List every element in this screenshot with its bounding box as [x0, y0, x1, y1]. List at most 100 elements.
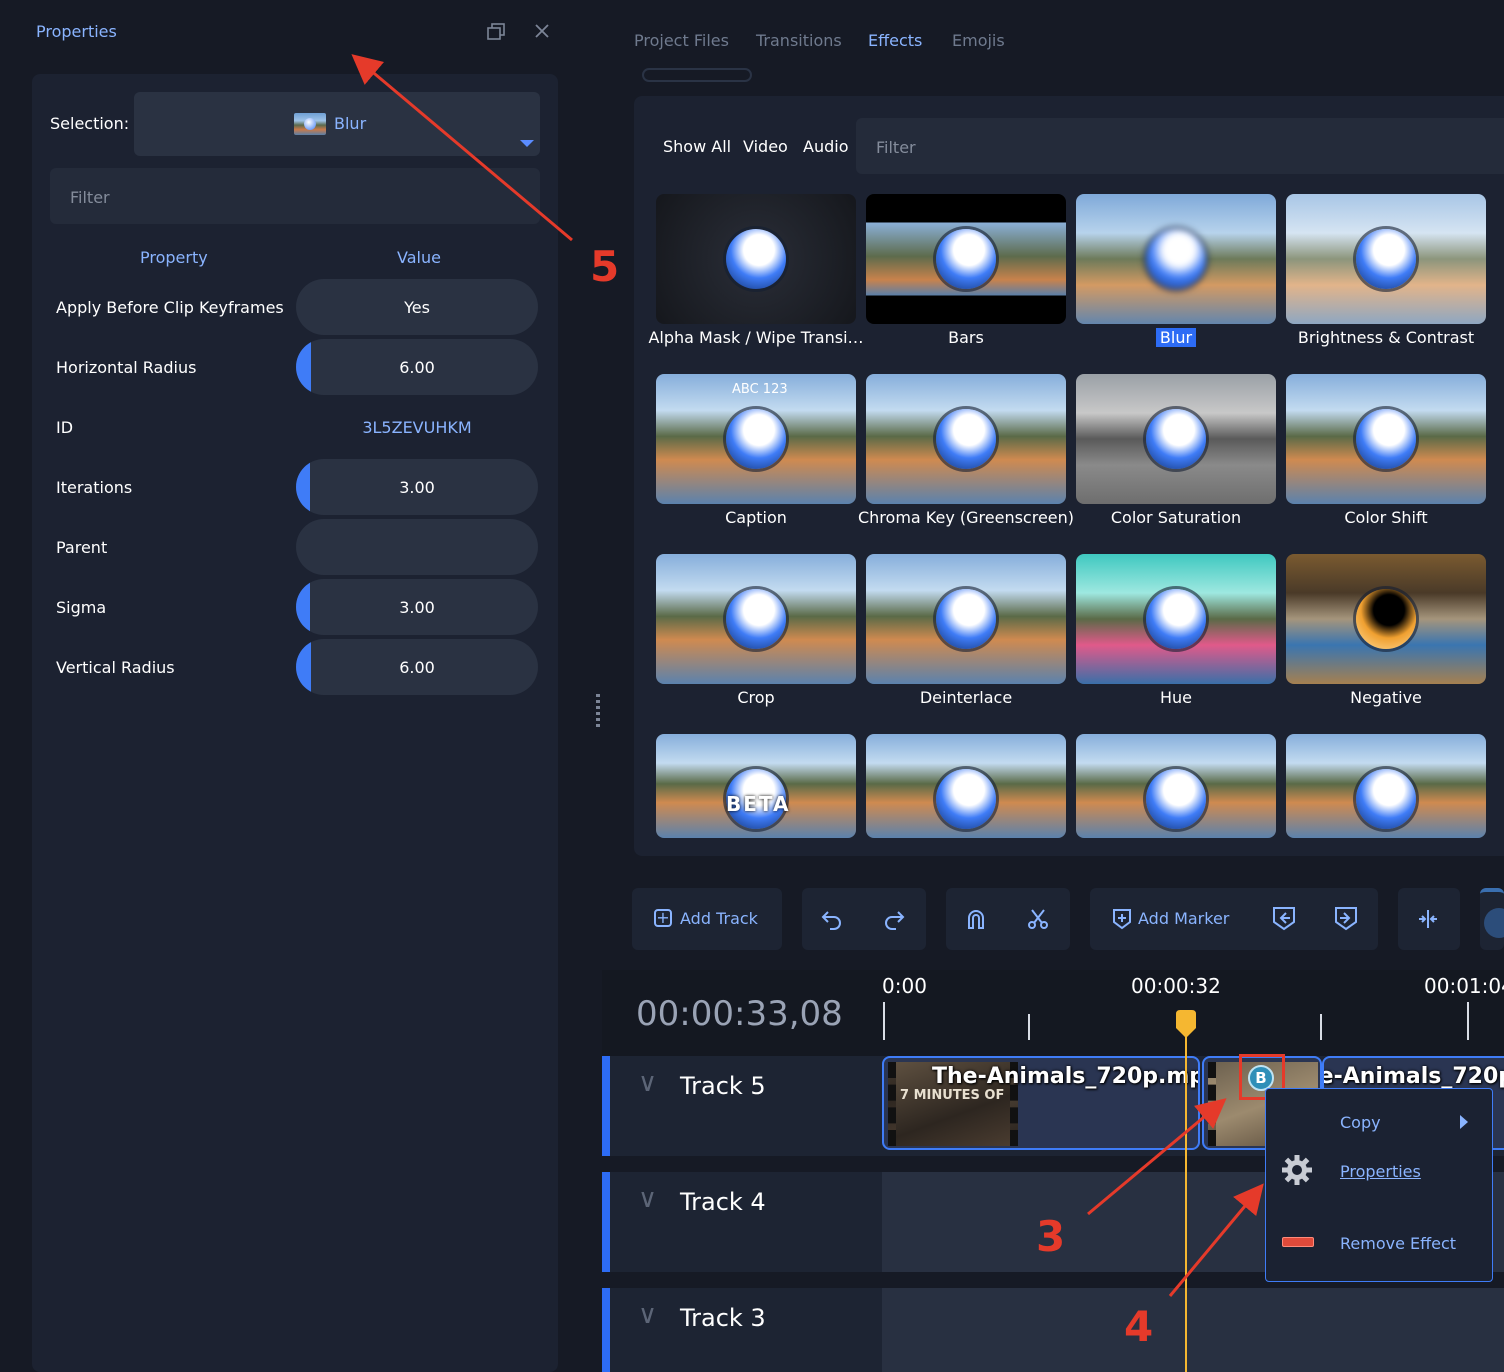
effect-label-text: Hue [1159, 688, 1192, 707]
redo-icon[interactable] [882, 907, 906, 935]
effect-thumbnail[interactable]: BETA [656, 734, 856, 838]
prop-value-sigma[interactable]: 3.00 [296, 579, 538, 635]
prop-value-apply-before[interactable]: Yes [296, 279, 538, 335]
property-column-header[interactable]: Property [140, 248, 208, 267]
add-marker-button[interactable]: Add Marker [1112, 907, 1262, 933]
effect-thumbnail[interactable]: ABC 123 [656, 374, 856, 504]
effect-label-text: Caption [725, 508, 787, 527]
menu-item-copy[interactable]: Copy [1340, 1113, 1381, 1132]
chevron-down-icon [520, 140, 534, 147]
add-track-label: Add Track [680, 909, 758, 928]
chevron-down-icon[interactable]: ∨ [638, 1300, 657, 1330]
prop-value-vertical-radius[interactable]: 6.00 [296, 639, 538, 695]
add-track-button[interactable]: + Add Track [632, 888, 782, 950]
undo-icon[interactable] [820, 907, 844, 935]
prop-value-text: 3.00 [399, 597, 435, 617]
prop-label-parent: Parent [56, 538, 108, 557]
prop-value-iterations[interactable]: 3.00 [296, 459, 538, 515]
zoom-slider[interactable] [1480, 888, 1504, 950]
razor-scissors-icon[interactable] [1026, 907, 1050, 935]
ruler-label-32: 00:00:32 [1131, 974, 1221, 998]
ruler-tick [1028, 1014, 1030, 1040]
effect-label-text: Blur [1155, 328, 1197, 347]
menu-item-remove-effect[interactable]: Remove Effect [1340, 1234, 1456, 1253]
menu-item-properties[interactable]: Properties [1340, 1162, 1421, 1181]
prop-label-apply-before: Apply Before Clip Keyframes [56, 298, 284, 317]
ruler-tick [1467, 1002, 1469, 1040]
previous-marker-icon[interactable] [1272, 906, 1296, 936]
annotation-number-5: 5 [590, 242, 620, 291]
tab-effects[interactable]: Effects [868, 31, 922, 50]
snap-magnet-icon[interactable] [964, 907, 988, 935]
tab-project-files[interactable]: Project Files [634, 31, 729, 50]
add-marker-label: Add Marker [1138, 909, 1230, 928]
property-filter-input[interactable]: Filter [50, 168, 540, 224]
panel-splitter-handle[interactable] [596, 694, 600, 728]
effect-label: Alpha Mask / Wipe Transi… [646, 328, 866, 347]
properties-panel [32, 74, 558, 1372]
effect-thumbnail[interactable] [1076, 194, 1276, 324]
beta-overlay-text: BETA [726, 792, 791, 816]
effect-label-text: Crop [737, 688, 775, 707]
effect-context-menu: Copy Properties Remove Effect [1265, 1088, 1493, 1282]
ruler-tick [883, 1002, 885, 1040]
ruler-label-64: 00:01:04 [1424, 974, 1504, 998]
filter-video[interactable]: Video [743, 137, 788, 156]
effects-filter-input[interactable]: Filter [856, 118, 1504, 174]
float-dock-icon[interactable] [486, 22, 508, 42]
effect-label: Negative [1276, 688, 1496, 707]
effect-thumbnail[interactable] [866, 374, 1066, 504]
playhead-handle[interactable] [1174, 1010, 1198, 1040]
tab-transitions[interactable]: Transitions [756, 31, 842, 50]
next-marker-icon[interactable] [1334, 906, 1358, 936]
prop-value-horizontal-radius[interactable]: 6.00 [296, 339, 538, 395]
center-playhead-button[interactable] [1398, 888, 1460, 950]
effect-thumbnail[interactable] [1286, 374, 1486, 504]
effect-thumbnail[interactable] [656, 194, 856, 324]
effect-label: Color Shift [1276, 508, 1496, 527]
effect-thumbnail[interactable] [1286, 734, 1486, 838]
effect-thumbnail[interactable] [1076, 554, 1276, 684]
tab-emojis[interactable]: Emojis [952, 31, 1005, 50]
clip-thumb-text: 7 MINUTES OF [900, 1088, 1005, 1103]
close-icon[interactable] [533, 22, 551, 40]
horizontal-scrollbar[interactable] [642, 68, 752, 82]
marker-plus-icon [1113, 909, 1131, 930]
chevron-down-icon[interactable]: ∨ [638, 1184, 657, 1214]
track-3-lane[interactable] [882, 1288, 1504, 1372]
effect-label: Brightness & Contrast [1276, 328, 1496, 347]
effect-thumbnail[interactable] [1076, 374, 1276, 504]
video-clip-1[interactable]: 7 MINUTES OF The-Animals_720p.mp4 [882, 1056, 1200, 1150]
effect-label-text: Deinterlace [919, 688, 1013, 707]
openshot-logo-icon [726, 409, 786, 469]
slider-fill [296, 459, 310, 515]
effect-thumbnail[interactable] [1286, 194, 1486, 324]
zoom-handle[interactable] [1484, 908, 1504, 938]
track-accent [602, 1056, 610, 1156]
prop-value-id: 3L5ZEVUHKM [362, 418, 472, 437]
snap-razor-group [946, 888, 1070, 950]
effect-label-text: Alpha Mask / Wipe Transi… [648, 328, 864, 347]
playhead[interactable] [1185, 1010, 1187, 1372]
effect-thumbnail[interactable] [656, 554, 856, 684]
openshot-logo-icon [936, 229, 996, 289]
effect-label: Color Saturation [1066, 508, 1286, 527]
effect-label-text: Negative [1350, 688, 1422, 707]
effect-thumbnail[interactable] [866, 734, 1066, 838]
effect-thumbnail[interactable] [1286, 554, 1486, 684]
effect-thumbnail[interactable] [866, 194, 1066, 324]
clip-title: The-Animals_720p. [1324, 1064, 1504, 1089]
effects-filter-placeholder: Filter [876, 138, 916, 157]
openshot-logo-icon [1356, 229, 1416, 289]
effect-thumbnail[interactable] [866, 554, 1066, 684]
prop-value-text: Yes [404, 297, 430, 317]
chevron-down-icon[interactable]: ∨ [638, 1068, 657, 1098]
effect-thumbnail[interactable] [1076, 734, 1276, 838]
filter-show-all[interactable]: Show All [663, 137, 731, 156]
value-column-header[interactable]: Value [397, 248, 441, 267]
selection-dropdown[interactable]: Blur [134, 92, 540, 156]
prop-value-parent[interactable] [296, 519, 538, 575]
filter-audio[interactable]: Audio [803, 137, 848, 156]
track-name: Track 5 [680, 1072, 766, 1100]
prop-value-text: 6.00 [399, 357, 435, 377]
